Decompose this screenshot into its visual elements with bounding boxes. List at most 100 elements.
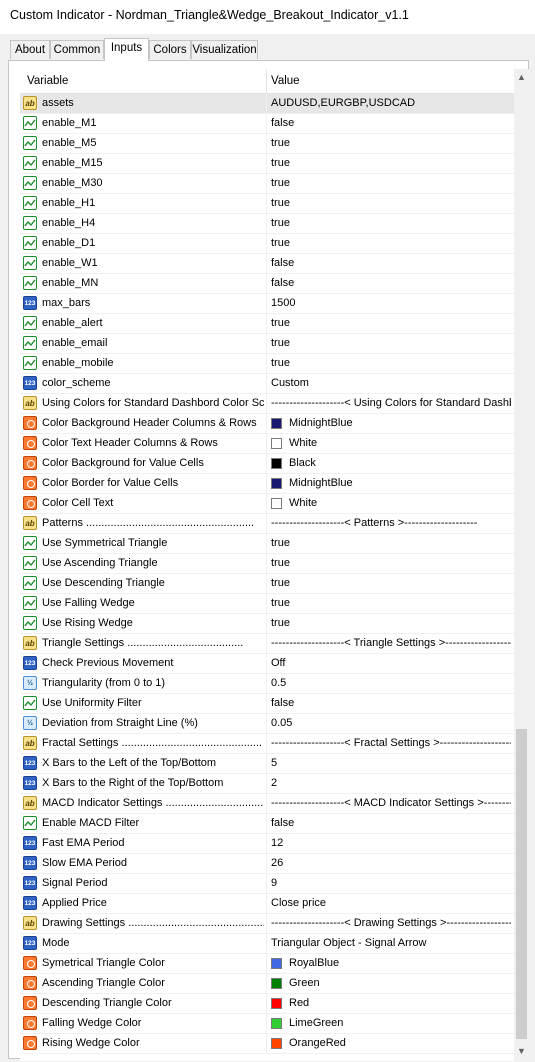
parameter-value[interactable]: false bbox=[271, 277, 511, 289]
parameter-value[interactable]: 5 bbox=[271, 757, 511, 769]
parameter-value[interactable]: false bbox=[271, 257, 511, 269]
parameter-row[interactable]: ab Patterns .............................… bbox=[20, 514, 514, 534]
parameter-row[interactable]: enable_H4 true bbox=[20, 214, 514, 234]
parameter-row[interactable]: Enable MACD Filter false bbox=[20, 814, 514, 834]
parameter-row[interactable]: Color Background for Value Cells Black bbox=[20, 454, 514, 474]
tab-colors[interactable]: Colors bbox=[149, 40, 191, 59]
parameter-value[interactable]: 26 bbox=[271, 857, 511, 869]
parameter-row[interactable]: Use Symmetrical Triangle true bbox=[20, 534, 514, 554]
parameter-value[interactable]: LimeGreen bbox=[289, 1017, 511, 1029]
parameter-row[interactable]: enable_H1 true bbox=[20, 194, 514, 214]
chevron-up-icon[interactable]: ▲ bbox=[514, 69, 529, 85]
parameter-value[interactable]: Black bbox=[289, 457, 511, 469]
parameter-value[interactable]: White bbox=[289, 437, 511, 449]
parameter-row[interactable]: Descending Triangle Color Red bbox=[20, 994, 514, 1014]
parameter-row[interactable]: Use Rising Wedge true bbox=[20, 614, 514, 634]
column-divider[interactable] bbox=[266, 69, 267, 93]
parameter-row[interactable]: 123 X Bars to the Left of the Top/Bottom 5 bbox=[20, 754, 514, 774]
color-swatch[interactable] bbox=[271, 478, 282, 489]
parameter-row[interactable]: enable_alert true bbox=[20, 314, 514, 334]
parameter-value[interactable]: true bbox=[271, 557, 511, 569]
parameter-row[interactable]: Rising Wedge Color OrangeRed bbox=[20, 1034, 514, 1054]
color-swatch[interactable] bbox=[271, 998, 282, 1009]
parameter-row[interactable]: Ascending Triangle Color Green bbox=[20, 974, 514, 994]
color-swatch[interactable] bbox=[271, 458, 282, 469]
parameter-value[interactable]: true bbox=[271, 357, 511, 369]
color-swatch[interactable] bbox=[271, 1018, 282, 1029]
parameter-row[interactable]: ab Using Colors for Standard Dashbord Col… bbox=[20, 394, 514, 414]
parameter-row[interactable]: Falling Wedge Color LimeGreen bbox=[20, 1014, 514, 1034]
parameter-row[interactable]: ½ Deviation from Straight Line (%) 0.05 bbox=[20, 714, 514, 734]
parameter-value[interactable]: true bbox=[271, 597, 511, 609]
parameter-row[interactable]: 123 Mode Triangular Object - Signal Arrow bbox=[20, 934, 514, 954]
parameter-value[interactable]: Close price bbox=[271, 897, 511, 909]
tab-visualization[interactable]: Visualization bbox=[191, 40, 258, 59]
parameter-value[interactable]: MidnightBlue bbox=[289, 477, 511, 489]
parameter-row[interactable]: 123 color_scheme Custom bbox=[20, 374, 514, 394]
parameter-value[interactable]: true bbox=[271, 317, 511, 329]
parameter-row[interactable]: ab Drawing Settings .....................… bbox=[20, 914, 514, 934]
parameter-row[interactable]: 123 Applied Price Close price bbox=[20, 894, 514, 914]
parameter-row[interactable]: Use Uniformity Filter false bbox=[20, 694, 514, 714]
parameter-value[interactable]: true bbox=[271, 197, 511, 209]
parameter-value[interactable]: true bbox=[271, 617, 511, 629]
parameter-row[interactable]: ab assets AUDUSD,EURGBP,USDCAD bbox=[20, 94, 514, 114]
tab-common[interactable]: Common bbox=[50, 40, 104, 59]
parameter-row[interactable]: 123 max_bars 1500 bbox=[20, 294, 514, 314]
parameter-row[interactable]: enable_W1 false bbox=[20, 254, 514, 274]
parameter-row[interactable]: 123 Fast EMA Period 12 bbox=[20, 834, 514, 854]
parameter-row[interactable]: enable_M1 false bbox=[20, 114, 514, 134]
color-swatch[interactable] bbox=[271, 958, 282, 969]
parameter-value[interactable]: --------------------< Triangle Settings … bbox=[271, 637, 511, 649]
parameter-value[interactable]: 2 bbox=[271, 777, 511, 789]
parameter-value[interactable]: false bbox=[271, 117, 511, 129]
tab-about[interactable]: About bbox=[10, 40, 50, 59]
color-swatch[interactable] bbox=[271, 438, 282, 449]
parameter-row[interactable]: enable_M30 true bbox=[20, 174, 514, 194]
parameter-value[interactable]: White bbox=[289, 497, 511, 509]
tab-inputs[interactable]: Inputs bbox=[104, 38, 149, 61]
parameter-row[interactable]: enable_MN false bbox=[20, 274, 514, 294]
parameter-row[interactable]: Use Falling Wedge true bbox=[20, 594, 514, 614]
color-swatch[interactable] bbox=[271, 418, 282, 429]
parameter-row[interactable]: 123 X Bars to the Right of the Top/Bottom… bbox=[20, 774, 514, 794]
color-swatch[interactable] bbox=[271, 978, 282, 989]
parameter-value[interactable]: RoyalBlue bbox=[289, 957, 511, 969]
parameter-value[interactable]: --------------------< Fractal Settings >… bbox=[271, 737, 511, 749]
parameter-value[interactable]: OrangeRed bbox=[289, 1037, 511, 1049]
parameter-row[interactable]: enable_email true bbox=[20, 334, 514, 354]
parameter-value[interactable]: true bbox=[271, 337, 511, 349]
parameter-row[interactable]: enable_mobile true bbox=[20, 354, 514, 374]
parameter-row[interactable]: Use Ascending Triangle true bbox=[20, 554, 514, 574]
parameter-value[interactable]: 0.05 bbox=[271, 717, 511, 729]
parameter-value[interactable]: AUDUSD,EURGBP,USDCAD bbox=[271, 97, 511, 109]
vertical-scrollbar[interactable]: ▲ ▼ bbox=[514, 69, 529, 1059]
parameter-value[interactable]: true bbox=[271, 157, 511, 169]
parameter-row[interactable]: ab MACD Indicator Settings ..............… bbox=[20, 794, 514, 814]
parameter-row[interactable]: Use Descending Triangle true bbox=[20, 574, 514, 594]
parameter-row[interactable]: Color Background Header Columns & Rows Mi… bbox=[20, 414, 514, 434]
parameter-row[interactable]: 123 Signal Period 9 bbox=[20, 874, 514, 894]
parameter-row[interactable]: ab Triangle Settings ....................… bbox=[20, 634, 514, 654]
parameter-row[interactable]: enable_M15 true bbox=[20, 154, 514, 174]
parameter-row[interactable]: Symetrical Triangle Color RoyalBlue bbox=[20, 954, 514, 974]
parameter-value[interactable]: true bbox=[271, 237, 511, 249]
parameter-value[interactable]: --------------------< Using Colors for S… bbox=[271, 397, 511, 409]
scrollbar-thumb[interactable] bbox=[516, 729, 527, 1039]
parameter-row[interactable]: Color Text Header Columns & Rows White bbox=[20, 434, 514, 454]
parameter-value[interactable]: 12 bbox=[271, 837, 511, 849]
parameter-value[interactable]: false bbox=[271, 697, 511, 709]
parameter-value[interactable]: 9 bbox=[271, 877, 511, 889]
parameter-value[interactable]: true bbox=[271, 537, 511, 549]
parameter-value[interactable]: 1500 bbox=[271, 297, 511, 309]
parameter-row[interactable]: 123 Check Previous Movement Off bbox=[20, 654, 514, 674]
column-header-value[interactable]: Value bbox=[271, 75, 300, 87]
parameter-value[interactable]: true bbox=[271, 217, 511, 229]
parameter-value[interactable]: --------------------< Drawing Settings >… bbox=[271, 917, 511, 929]
parameter-row[interactable]: Color Border for Value Cells MidnightBlue bbox=[20, 474, 514, 494]
parameter-value[interactable]: true bbox=[271, 137, 511, 149]
column-header-variable[interactable]: Variable bbox=[27, 75, 68, 87]
parameter-value[interactable]: true bbox=[271, 177, 511, 189]
color-swatch[interactable] bbox=[271, 498, 282, 509]
parameter-row[interactable]: Color Cell Text White bbox=[20, 494, 514, 514]
